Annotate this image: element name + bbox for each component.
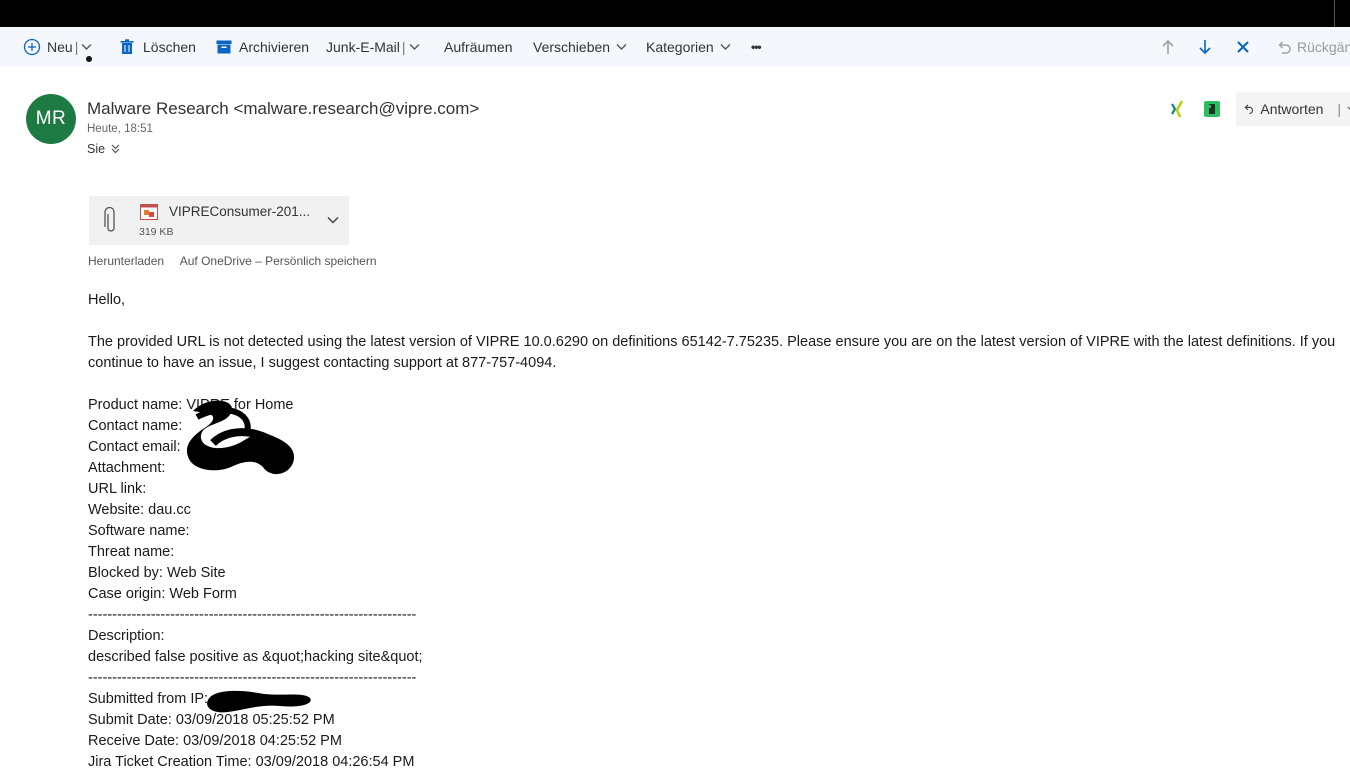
download-link[interactable]: Herunterladen bbox=[88, 254, 164, 268]
attachment-name: VIPREConsumer-201... bbox=[169, 204, 311, 219]
categories-label: Kategorien bbox=[646, 39, 714, 55]
delete-button[interactable]: Löschen bbox=[120, 27, 196, 67]
website-line: Website: dau.cc bbox=[88, 502, 191, 518]
window-top-bar bbox=[0, 0, 1350, 27]
chevron-down-icon bbox=[720, 44, 731, 50]
undo-icon bbox=[1278, 41, 1291, 54]
junk-button[interactable]: Junk-E-Mail | bbox=[326, 27, 420, 67]
top-bar-divider bbox=[1334, 0, 1335, 27]
recipient-line[interactable]: Sie bbox=[87, 142, 120, 156]
avatar[interactable]: MR bbox=[26, 94, 76, 144]
archive-button[interactable]: Archivieren bbox=[216, 27, 309, 67]
split-divider: | bbox=[401, 39, 406, 55]
threat-name-line: Threat name: bbox=[88, 544, 175, 560]
categories-button[interactable]: Kategorien bbox=[646, 27, 731, 67]
more-label: ••• bbox=[751, 40, 762, 54]
previous-message-button[interactable] bbox=[1161, 27, 1175, 67]
undo-label: Rückgän bbox=[1297, 39, 1350, 55]
archive-icon bbox=[216, 40, 232, 54]
reply-button[interactable]: Antworten | bbox=[1236, 92, 1350, 126]
description-label: Description: bbox=[88, 628, 165, 644]
reply-icon bbox=[1244, 104, 1253, 115]
sweep-button[interactable]: Aufräumen bbox=[444, 27, 512, 67]
reply-label: Antworten bbox=[1260, 101, 1324, 117]
attachment-actions: Herunterladen Auf OneDrive – Persönlich … bbox=[88, 254, 390, 268]
undo-button[interactable]: Rückgän bbox=[1276, 27, 1350, 67]
archive-label: Archivieren bbox=[239, 39, 310, 55]
delete-label: Löschen bbox=[143, 39, 196, 55]
cursor-dot bbox=[86, 56, 92, 62]
arrow-down-icon bbox=[1199, 40, 1211, 55]
more-actions-button[interactable]: ••• bbox=[751, 27, 762, 67]
greeting: Hello, bbox=[88, 292, 126, 308]
description-text: described false positive as &quot;hackin… bbox=[88, 649, 423, 665]
split-divider: | bbox=[74, 39, 79, 55]
junk-label: Junk-E-Mail bbox=[326, 39, 400, 55]
sender-name[interactable]: Malware Research <malware.research@vipre… bbox=[87, 99, 479, 119]
xing-addin-icon[interactable] bbox=[1168, 100, 1186, 118]
attachment-size: 319 KB bbox=[139, 226, 174, 238]
double-chevron-down-icon[interactable] bbox=[111, 144, 120, 154]
attachment-card[interactable]: VIPREConsumer-201... 319 KB bbox=[89, 196, 349, 245]
close-icon bbox=[1237, 41, 1249, 53]
case-origin-line: Case origin: Web Form bbox=[88, 586, 237, 602]
blocked-by-line: Blocked by: Web Site bbox=[88, 565, 226, 581]
chevron-down-icon[interactable] bbox=[409, 43, 420, 51]
next-message-button[interactable] bbox=[1198, 27, 1212, 67]
chevron-down-icon[interactable] bbox=[81, 43, 92, 51]
save-to-onedrive-link[interactable]: Auf OneDrive – Persönlich speichern bbox=[180, 254, 377, 268]
evernote-addin-icon[interactable] bbox=[1203, 100, 1221, 118]
ticket-time-line: Jira Ticket Creation Time: 03/09/2018 04… bbox=[88, 754, 415, 770]
sweep-label: Aufräumen bbox=[444, 39, 513, 55]
split-divider: | bbox=[1337, 101, 1342, 117]
recipient-label: Sie bbox=[87, 142, 106, 156]
move-button[interactable]: Verschieben bbox=[533, 27, 627, 67]
body-paragraph: The provided URL is not detected using t… bbox=[88, 334, 1336, 371]
paperclip-icon bbox=[104, 207, 115, 232]
installer-file-icon bbox=[140, 204, 158, 220]
divider-line: ----------------------------------------… bbox=[88, 607, 417, 623]
close-button[interactable] bbox=[1236, 27, 1250, 67]
redaction-scribble bbox=[186, 400, 295, 475]
new-label: Neu bbox=[47, 39, 73, 55]
chevron-down-icon[interactable] bbox=[327, 216, 339, 224]
software-name-line: Software name: bbox=[88, 523, 190, 539]
chevron-down-icon bbox=[616, 44, 627, 50]
arrow-up-icon bbox=[1162, 39, 1174, 54]
message-datetime: Heute, 18:51 bbox=[87, 123, 153, 135]
trash-icon bbox=[120, 39, 134, 54]
move-label: Verschieben bbox=[533, 39, 611, 55]
message-toolbar: Neu | Löschen Archivieren Junk-E-Mail | … bbox=[0, 27, 1350, 67]
new-button[interactable]: Neu | bbox=[23, 27, 92, 67]
avatar-initials: MR bbox=[35, 108, 67, 129]
plus-circle-icon bbox=[23, 38, 41, 56]
redaction-scribble bbox=[207, 690, 311, 713]
receive-date-line: Receive Date: 03/09/2018 04:25:52 PM bbox=[88, 733, 342, 749]
